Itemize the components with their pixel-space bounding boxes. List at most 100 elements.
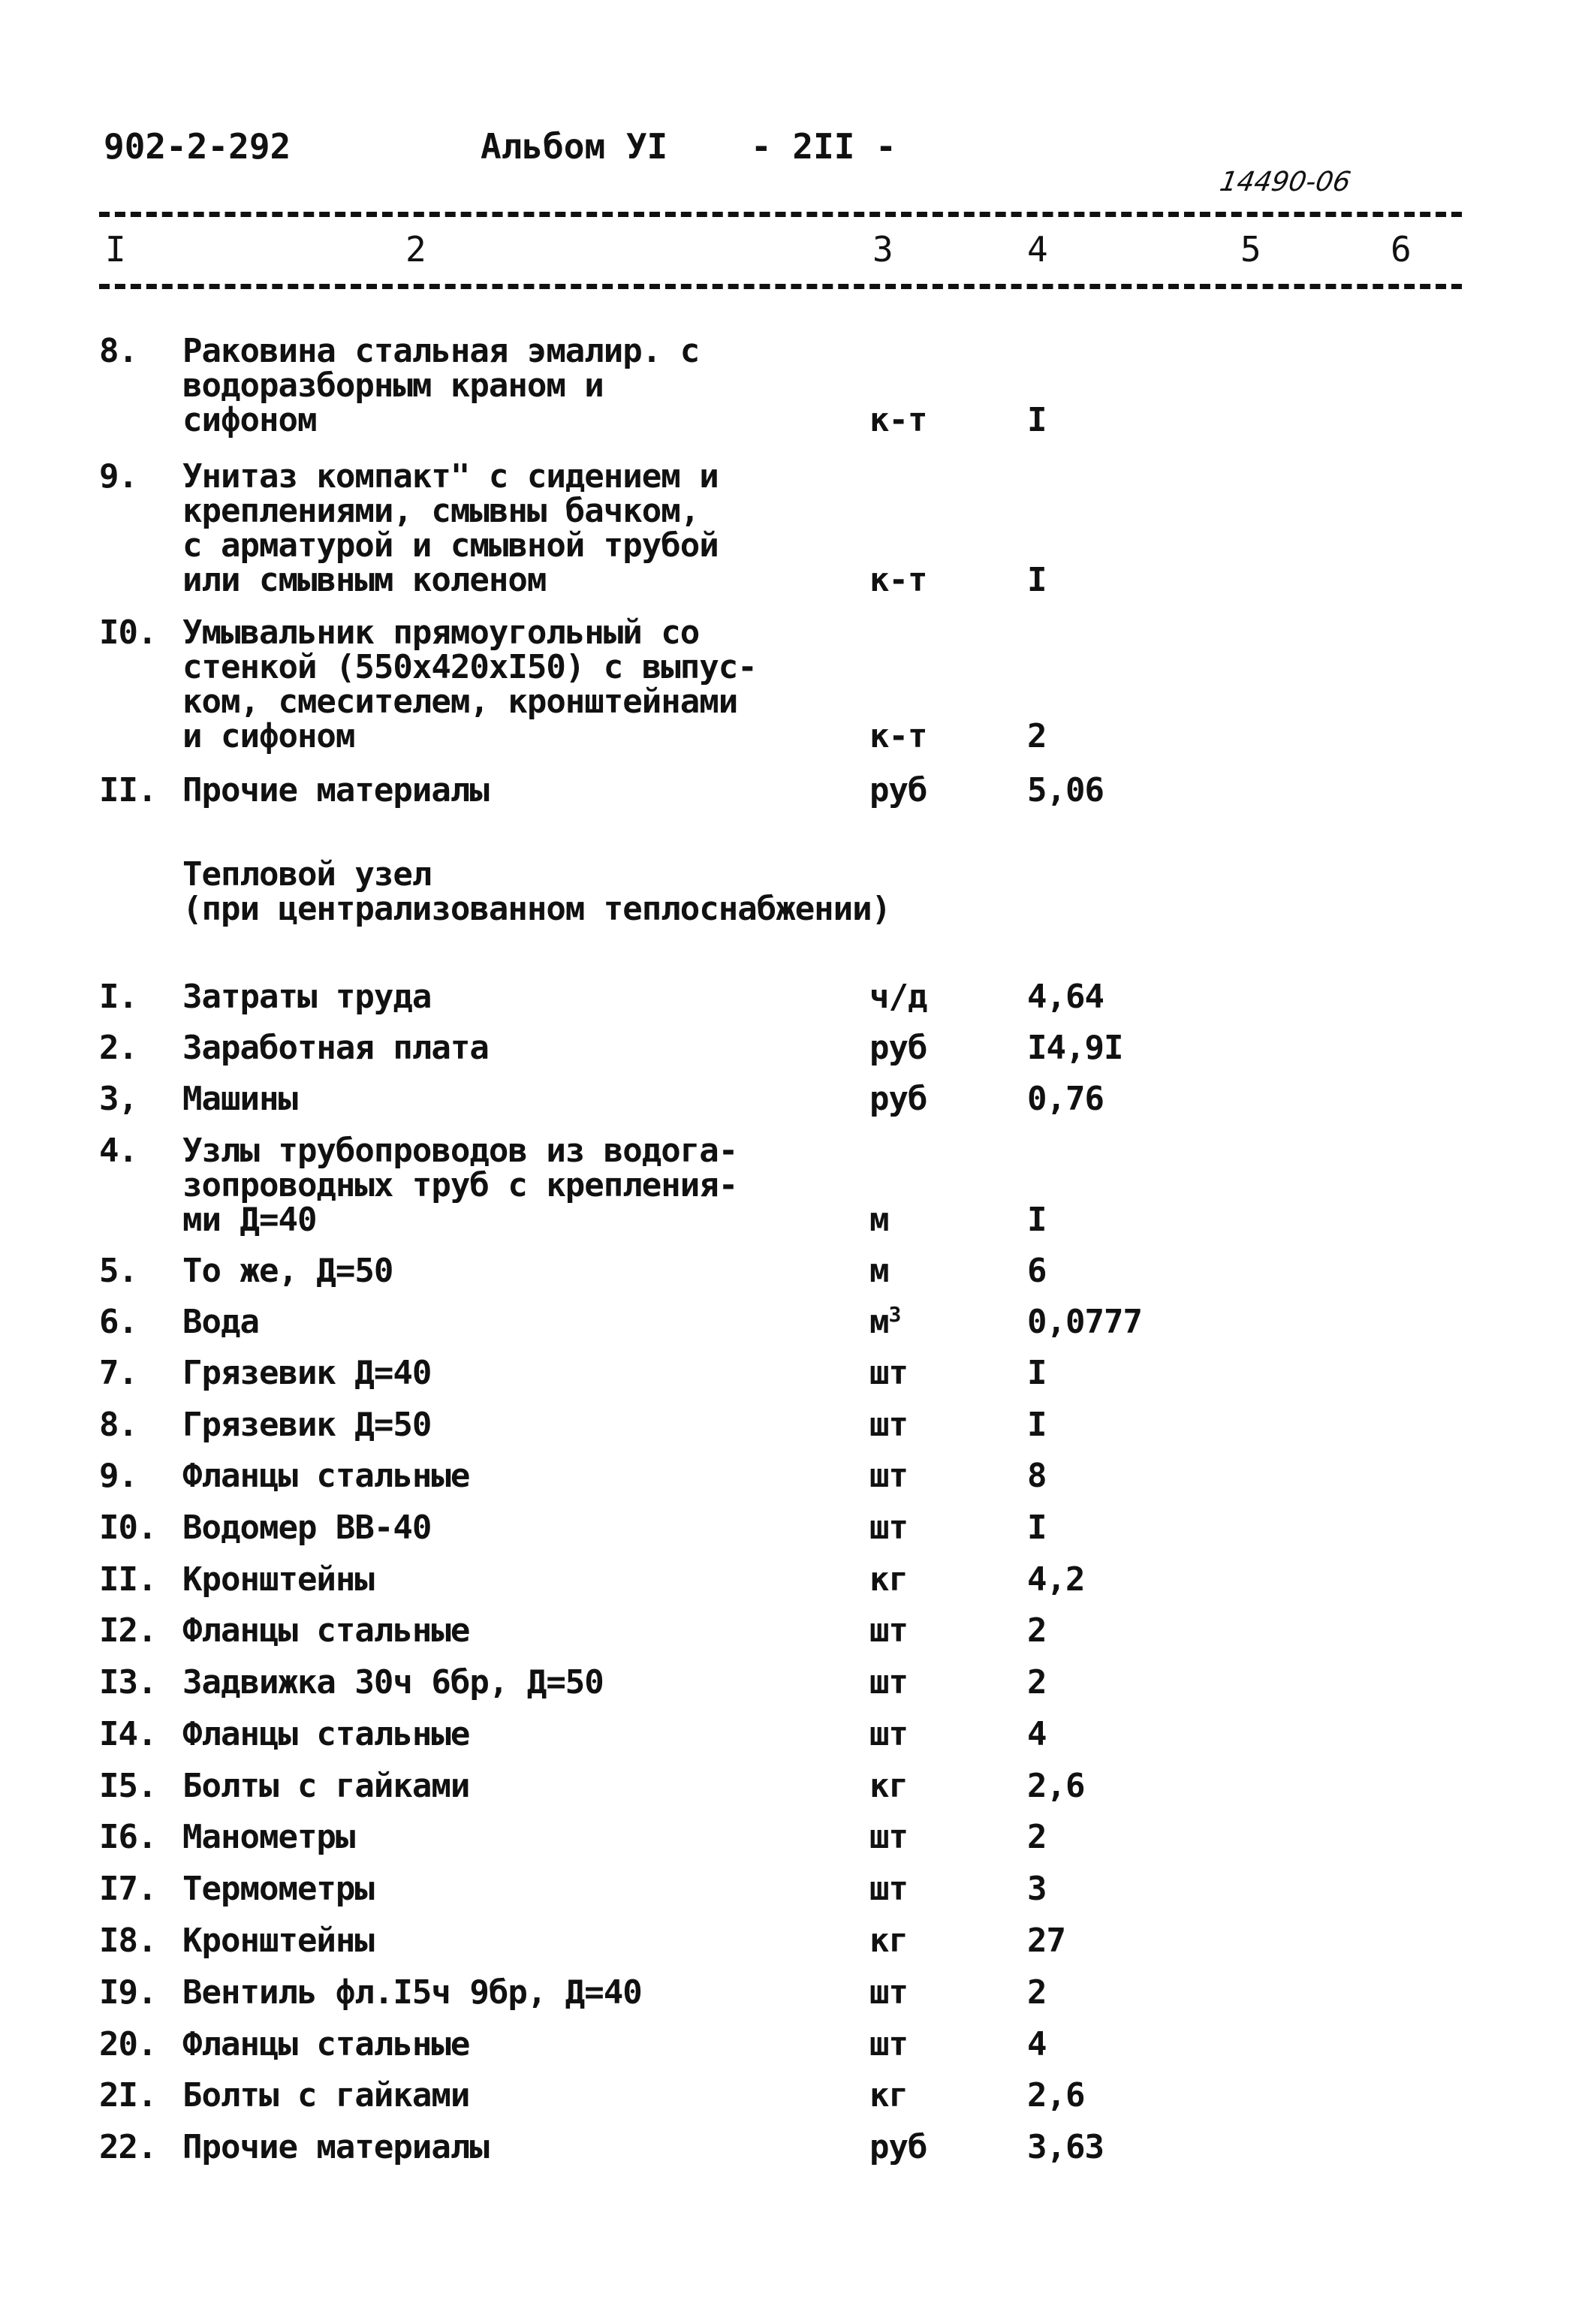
item-description: Вода <box>182 1303 260 1341</box>
item-unit: шт <box>869 1818 909 1856</box>
column-header-1: I <box>105 229 126 270</box>
item-quantity: 3 <box>1027 1870 1047 1908</box>
item-description: Заработная плата <box>182 1029 490 1067</box>
item-quantity: 0,0777 <box>1027 1303 1143 1341</box>
item-quantity: I4,9I <box>1027 1029 1123 1067</box>
item-number: I3. <box>99 1663 157 1702</box>
item-unit: м <box>869 1254 889 1289</box>
item-quantity: 8 <box>1027 1457 1047 1495</box>
item-unit-superscript: 3 <box>888 1302 902 1327</box>
item-number: 22. <box>99 2128 157 2166</box>
item-description: зопроводных труб с крепления- <box>182 1166 738 1204</box>
item-quantity: I <box>1027 561 1047 599</box>
item-quantity: 2 <box>1027 1818 1047 1856</box>
album-title: Альбом УI <box>481 126 668 167</box>
item-unit-text: м <box>869 1201 889 1239</box>
item-unit-text: шт <box>869 1973 909 2012</box>
item-quantity: 4 <box>1027 2025 1047 2063</box>
item-unit: кг <box>869 2076 909 2115</box>
header-divider-top <box>99 212 1462 217</box>
item-unit: кг <box>869 1767 909 1805</box>
item-unit: ч/д <box>869 980 927 1014</box>
item-description: водоразборным краном и <box>182 366 604 405</box>
item-unit: руб <box>869 1082 927 1117</box>
item-description: Вентиль фл.I5ч 9бр, Д=40 <box>182 1973 643 2012</box>
item-unit-text: руб <box>869 2128 927 2166</box>
item-unit-text: шт <box>869 1870 909 1908</box>
item-unit-text: м <box>869 1252 889 1290</box>
item-number: 2I. <box>99 2076 157 2115</box>
item-unit: шт <box>869 1408 909 1442</box>
item-quantity: 4,64 <box>1027 978 1104 1016</box>
item-quantity: I <box>1027 1201 1047 1239</box>
item-description: Грязевик Д=50 <box>182 1406 432 1444</box>
item-unit-text: кг <box>869 1767 909 1805</box>
item-quantity: 4,2 <box>1027 1560 1085 1599</box>
item-unit-text: руб <box>869 1029 927 1067</box>
item-unit: шт <box>869 1717 909 1752</box>
item-description: сифоном <box>182 401 317 439</box>
item-quantity: 2 <box>1027 1611 1047 1650</box>
item-number: I. <box>99 978 138 1016</box>
item-unit-text: к-т <box>869 561 927 599</box>
item-unit: шт <box>869 1665 909 1700</box>
item-description: Болты с гайками <box>182 1767 470 1805</box>
item-unit-text: кг <box>869 2076 909 2115</box>
item-unit-text: кг <box>869 1922 909 1960</box>
item-description: с арматурой и смывной трубой <box>182 526 719 565</box>
item-unit-text: шт <box>869 1457 909 1495</box>
item-unit: к-т <box>869 403 927 438</box>
item-quantity: I <box>1027 1354 1047 1392</box>
item-description: Прочие материалы <box>182 2128 490 2166</box>
item-unit: шт <box>869 1973 909 2012</box>
item-description: Болты с гайками <box>182 2076 470 2115</box>
item-unit-text: шт <box>869 1509 909 1547</box>
item-unit: к-т <box>869 563 927 598</box>
item-quantity: 3,63 <box>1027 2128 1104 2166</box>
item-unit-text: м <box>869 1303 889 1341</box>
item-number: I7. <box>99 1870 157 1908</box>
item-number: 7. <box>99 1354 138 1392</box>
item-unit: кг <box>869 1563 909 1597</box>
item-quantity: 2 <box>1027 717 1047 755</box>
item-description: Машины <box>182 1080 298 1118</box>
item-quantity: 4 <box>1027 1715 1047 1753</box>
item-quantity: 2,6 <box>1027 2076 1085 2115</box>
item-description: Манометры <box>182 1818 355 1856</box>
item-description: Узлы трубопроводов из водога- <box>182 1132 738 1170</box>
item-description: Кронштейны <box>182 1922 375 1960</box>
item-description: Фланцы стальные <box>182 2025 470 2063</box>
item-description: креплениями, смывны бачком, <box>182 492 700 530</box>
section-title-line-2: (при централизованном теплоснабжении) <box>182 890 891 928</box>
item-number: I0. <box>99 613 157 652</box>
item-unit: руб <box>869 1031 927 1066</box>
item-description: Задвижка 30ч 6бр, Д=50 <box>182 1663 604 1702</box>
item-unit-text: руб <box>869 771 927 809</box>
item-unit: шт <box>869 1509 909 1547</box>
column-header-2: 2 <box>405 229 426 270</box>
item-description: Фланцы стальные <box>182 1611 470 1650</box>
item-number: 8. <box>99 1406 138 1444</box>
item-unit-text: шт <box>869 2025 909 2063</box>
item-number: I4. <box>99 1715 157 1753</box>
page-number: - 2II - <box>751 126 896 167</box>
item-unit: м3 <box>869 1302 902 1341</box>
item-unit-text: к-т <box>869 717 927 755</box>
item-quantity: 6 <box>1027 1252 1047 1290</box>
item-description: Термометры <box>182 1870 375 1908</box>
item-number: 3, <box>99 1080 138 1118</box>
item-number: 4. <box>99 1132 138 1170</box>
item-unit-text: руб <box>869 1080 927 1118</box>
item-quantity: 5,06 <box>1027 771 1104 809</box>
item-unit-text: к-т <box>869 401 927 439</box>
item-number: II. <box>99 1560 157 1599</box>
item-number: I6. <box>99 1818 157 1856</box>
document-page: 902-2-292 Альбом УI - 2II - 14490-06 I 2… <box>0 0 1579 2324</box>
item-unit: шт <box>869 1457 909 1495</box>
item-quantity: 2 <box>1027 1663 1047 1702</box>
item-unit: шт <box>869 1356 909 1391</box>
item-unit: шт <box>869 2025 909 2063</box>
item-description: Затраты труда <box>182 978 432 1016</box>
item-unit-text: шт <box>869 1818 909 1856</box>
section-title-line-1: Тепловой узел <box>182 855 432 894</box>
